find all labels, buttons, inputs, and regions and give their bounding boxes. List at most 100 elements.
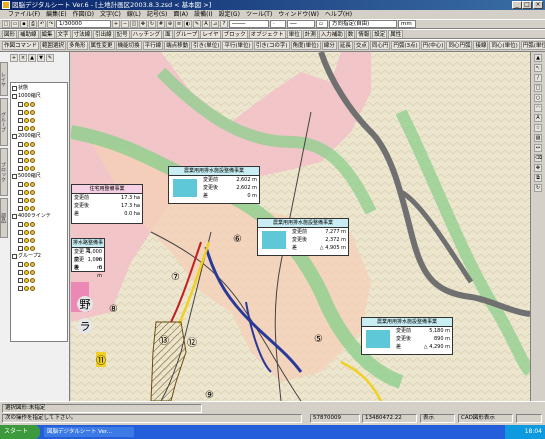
lock-icon[interactable] (30, 229, 35, 235)
tab-block[interactable]: ブロック (0, 148, 8, 196)
checkbox-icon[interactable] (18, 277, 23, 283)
checkbox-icon[interactable] (18, 117, 23, 123)
draw-command-button[interactable]: 端点移動 (164, 41, 191, 50)
draw-command-button[interactable]: 接線 (473, 41, 489, 50)
pattern-select[interactable]: ▫ (316, 20, 328, 28)
open-icon[interactable]: ▭ (11, 20, 19, 28)
checkbox-icon[interactable] (12, 253, 17, 259)
checkbox-icon[interactable] (18, 141, 23, 147)
menu-item[interactable]: 面(A) (173, 10, 188, 19)
layer-icon[interactable]: ≡ (175, 20, 183, 28)
checkbox-icon[interactable] (18, 285, 23, 291)
command-button[interactable]: 属性 (388, 30, 404, 38)
taskbar-app-button[interactable]: 図脳デジタルシート Ver... (44, 427, 134, 437)
layer-sub-item[interactable] (12, 196, 66, 204)
status-snap[interactable]: CAD図形表示 (458, 414, 513, 423)
lock-icon[interactable] (30, 245, 35, 251)
command-button[interactable]: 補助線 (18, 30, 39, 38)
checkbox-icon[interactable] (18, 269, 23, 275)
visibility-icon[interactable] (24, 141, 29, 147)
layer-sub-item[interactable] (12, 156, 66, 164)
layer-sub-item[interactable] (12, 140, 66, 148)
tool-line-icon[interactable]: / (534, 74, 542, 82)
draw-command-button[interactable]: 作図コマンド (2, 41, 40, 50)
layer-sub-item[interactable] (12, 228, 66, 236)
command-button[interactable]: 文字 (55, 30, 71, 38)
draw-command-button[interactable]: 属性変更 (88, 41, 115, 50)
visibility-icon[interactable] (24, 221, 29, 227)
start-button[interactable]: スタート (0, 425, 40, 439)
lock-icon[interactable] (30, 141, 35, 147)
visibility-icon[interactable] (24, 149, 29, 155)
map-canvas[interactable]: 住宅用整備事業 変更前 17.3 ha 変更後 17.3 ha 差 0.0 ha 農業用用… (71, 52, 530, 401)
minimize-button[interactable]: _ (512, 1, 522, 9)
layer-sub-item[interactable] (12, 116, 66, 124)
lock-icon[interactable] (30, 261, 35, 267)
draw-command-button[interactable]: 範囲選択 (40, 41, 67, 50)
menu-item[interactable]: 設備(I) (194, 10, 212, 19)
color-icon[interactable]: ◐ (184, 20, 192, 28)
command-button[interactable]: 計測 (302, 30, 318, 38)
tool-symbol-icon[interactable]: ☆ (534, 124, 542, 132)
visibility-icon[interactable] (24, 125, 29, 131)
layer-sub-item[interactable] (12, 220, 66, 228)
save-icon[interactable]: ▪ (20, 20, 28, 28)
checkbox-icon[interactable] (12, 213, 17, 219)
tool-circle-icon[interactable]: ○ (534, 94, 542, 102)
visibility-icon[interactable] (24, 157, 29, 163)
checkbox-icon[interactable] (18, 165, 23, 171)
new-icon[interactable]: □ (2, 20, 10, 28)
draw-command-button[interactable]: 延長 (337, 41, 353, 50)
menu-item[interactable]: 文字(C) (100, 10, 121, 19)
menu-item[interactable]: ウィンドウ(W) (278, 10, 319, 19)
layer-tree-item[interactable]: 2000縮尺 (12, 132, 66, 140)
draw-command-button[interactable]: 平行線 (142, 41, 164, 50)
checkbox-icon[interactable] (18, 245, 23, 251)
tool-move-icon[interactable]: ✥ (534, 164, 542, 172)
tool-dim-icon[interactable]: ↔ (534, 144, 542, 152)
layer-sub-item[interactable] (12, 284, 66, 292)
zoom-out-icon[interactable]: − (121, 20, 129, 28)
lock-icon[interactable] (30, 101, 35, 107)
tab-layer[interactable]: レイヤ (0, 62, 8, 96)
command-button[interactable]: 情報 (356, 30, 372, 38)
draw-command-button[interactable]: 同心円弧 (446, 41, 473, 50)
lock-icon[interactable] (30, 165, 35, 171)
line-width-select[interactable]: · (270, 20, 286, 28)
layer-tree-item[interactable]: 1000縮尺 (12, 92, 66, 100)
draw-command-button[interactable]: 平行(単位) (222, 41, 253, 50)
pan-icon[interactable]: ✥ (139, 20, 147, 28)
layer-sub-item[interactable] (12, 236, 66, 244)
lock-icon[interactable] (30, 189, 35, 195)
layer-sub-item[interactable] (12, 108, 66, 116)
draw-command-button[interactable]: 同心円 (369, 41, 391, 50)
draw-command-button[interactable]: 円弧(単位) (520, 41, 545, 50)
direction-select[interactable]: 方向指定(自由) (329, 20, 397, 28)
undo-icon[interactable]: ↶ (38, 20, 46, 28)
checkbox-icon[interactable] (12, 93, 17, 99)
menu-item[interactable]: 設定(G) (219, 10, 240, 19)
layer-sub-item[interactable] (12, 188, 66, 196)
tool-copy-icon[interactable]: ⧉ (534, 174, 542, 182)
draw-command-button[interactable]: 円弧(3点) (391, 41, 420, 50)
layer-sub-item[interactable] (12, 204, 66, 212)
command-button[interactable]: 設定 (372, 30, 388, 38)
command-button[interactable]: ハッチング (130, 30, 163, 38)
command-button[interactable]: オブジェクト (248, 30, 286, 38)
menu-item[interactable]: 編集(E) (46, 10, 66, 19)
pen-icon[interactable]: ✎ (193, 20, 201, 28)
checkbox-icon[interactable] (18, 237, 23, 243)
draw-command-button[interactable]: 円(中心) (420, 41, 446, 50)
layer-sub-item[interactable] (12, 164, 66, 172)
lock-icon[interactable] (30, 237, 35, 243)
lock-icon[interactable] (30, 117, 35, 123)
command-button[interactable]: 寸法線 (71, 30, 93, 38)
tab-group[interactable]: グループ (0, 98, 8, 146)
layer-sub-item[interactable] (12, 124, 66, 132)
visibility-icon[interactable] (24, 101, 29, 107)
prop-icon[interactable]: ? (220, 20, 228, 28)
measure-icon[interactable]: ⊿ (211, 20, 219, 28)
command-button[interactable]: 編集 (39, 30, 55, 38)
layer-sub-item[interactable] (12, 100, 66, 108)
visibility-icon[interactable] (24, 261, 29, 267)
